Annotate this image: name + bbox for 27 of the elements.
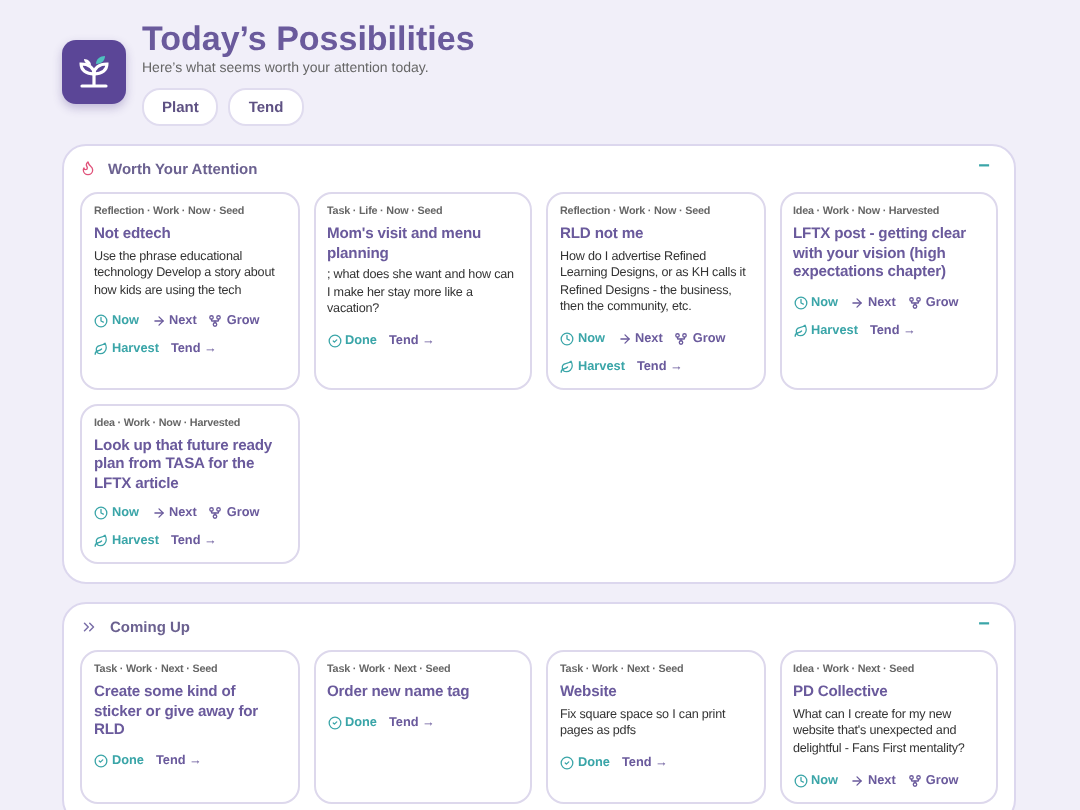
leaf-icon: [793, 323, 807, 337]
fork-icon: [208, 506, 223, 521]
clock-icon: [793, 295, 807, 309]
sprout-logo-icon: [74, 52, 114, 92]
fork-icon: [907, 773, 922, 788]
arrow-icon: [850, 295, 864, 309]
leaf-icon: [94, 534, 108, 549]
fork-icon: [208, 314, 223, 329]
arrow-icon: [151, 506, 165, 521]
clock-icon: [94, 506, 108, 521]
fork-icon: [674, 331, 689, 346]
arrow-icon: [617, 331, 631, 346]
arrow-icon: [151, 314, 165, 329]
arrow-icon: [850, 773, 864, 788]
check-circle-icon: [327, 333, 341, 348]
fork-icon: [907, 295, 922, 309]
clock-icon: [560, 331, 574, 346]
clock-icon: [793, 773, 807, 788]
chevrons-icon: [80, 617, 98, 636]
check-circle-icon: [327, 715, 341, 730]
check-circle-icon: [94, 753, 108, 768]
flame-icon: [80, 160, 96, 176]
check-circle-icon: [560, 756, 574, 771]
page-title: Today’s Possibilities: [142, 20, 475, 60]
leaf-icon: [94, 342, 108, 357]
leaf-icon: [560, 359, 574, 374]
clock-icon: [94, 314, 108, 329]
